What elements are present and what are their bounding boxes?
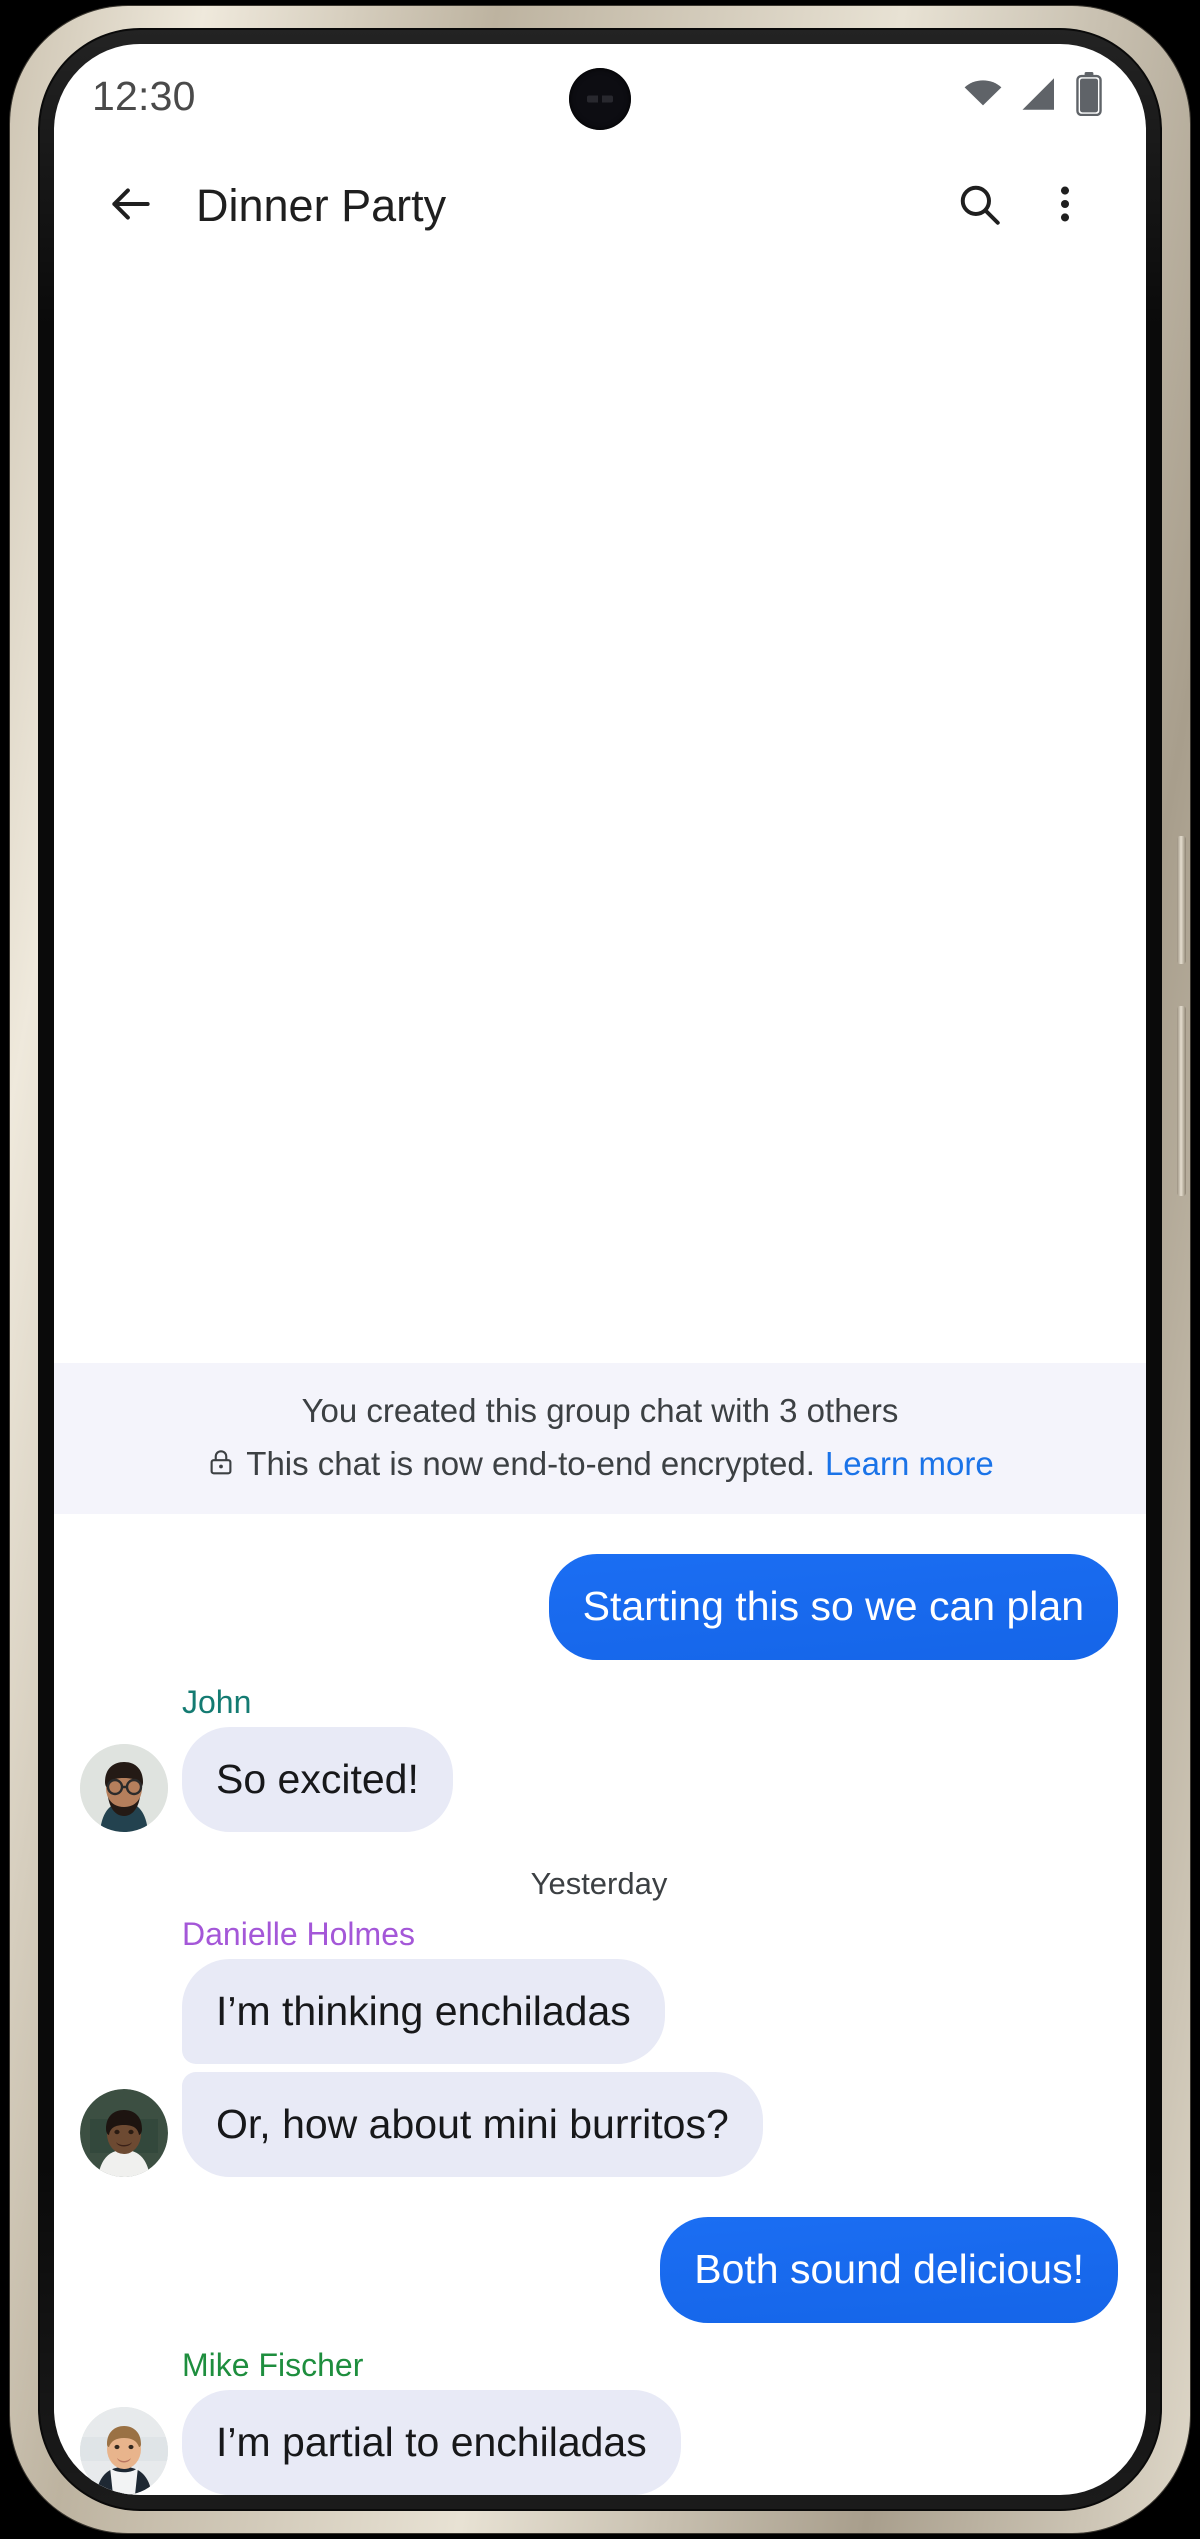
search-button[interactable] — [940, 167, 1018, 245]
message-bubble-incoming[interactable]: I’m thinking enchiladas — [182, 1958, 665, 2065]
phone-screen: 12:30 Dinner Party You created this grou… — [54, 44, 1146, 2495]
message-row-outgoing[interactable]: Starting this so we can plan — [80, 1554, 1118, 1660]
status-icons — [962, 71, 1102, 121]
front-camera-punch-hole — [569, 68, 631, 130]
volume-button[interactable] — [1177, 1006, 1186, 1196]
sender-name-mike: Mike Fischer — [182, 2346, 364, 2383]
message-bubble-incoming[interactable]: Or, how about mini burritos? — [182, 2072, 763, 2178]
encryption-banner: You created this group chat with 3 other… — [54, 1363, 1146, 1515]
battery-icon — [1076, 71, 1102, 121]
screenshot-stage: 12:30 Dinner Party You created this grou… — [0, 0, 1200, 2539]
conversation-top-spacer — [54, 264, 1146, 1363]
wifi-icon — [962, 73, 1004, 120]
back-arrow-icon — [106, 179, 156, 234]
message-bubble-incoming[interactable]: I’m partial to enchiladas — [182, 2389, 681, 2495]
message-bubble-outgoing[interactable]: Both sound delicious! — [660, 2217, 1118, 2323]
back-button[interactable] — [92, 167, 170, 245]
learn-more-link[interactable]: Learn more — [825, 1442, 994, 1487]
sender-name-danielle: Danielle Holmes — [182, 1915, 415, 1952]
message-list: Starting this so we can plan John So exc… — [54, 1514, 1146, 2495]
overflow-menu-button[interactable] — [1026, 167, 1104, 245]
cellular-signal-icon — [1019, 73, 1061, 120]
search-icon — [954, 179, 1004, 234]
sender-name-john: John — [182, 1683, 252, 1720]
message-row-incoming[interactable]: So excited! — [80, 1726, 1118, 1832]
encryption-text: This chat is now end-to-end encrypted. — [246, 1444, 815, 1482]
message-row-incoming[interactable]: I’m partial to enchiladas — [80, 2389, 1118, 2495]
group-created-text: You created this group chat with 3 other… — [301, 1392, 899, 1430]
phone-hardware-frame: 12:30 Dinner Party You created this grou… — [10, 6, 1190, 2533]
page-title: Dinner Party — [196, 180, 447, 231]
lock-icon — [206, 1444, 236, 1489]
encryption-notice: This chat is now end-to-end encrypted. L… — [74, 1442, 1126, 1487]
message-row-outgoing[interactable]: Both sound delicious! — [80, 2217, 1118, 2323]
status-bar: 12:30 — [54, 44, 1146, 148]
message-row-incoming[interactable]: Or, how about mini burritos? — [80, 2072, 1118, 2178]
avatar-danielle[interactable] — [80, 2089, 168, 2178]
conversation-area[interactable]: You created this group chat with 3 other… — [54, 264, 1146, 2495]
status-time: 12:30 — [92, 72, 196, 119]
message-bubble-incoming[interactable]: So excited! — [182, 1726, 453, 1832]
day-divider: Yesterday — [530, 1865, 668, 1901]
message-bubble-outgoing[interactable]: Starting this so we can plan — [548, 1554, 1118, 1660]
avatar-mike[interactable] — [80, 2407, 168, 2495]
message-row-incoming[interactable]: I’m thinking enchiladas — [80, 1958, 1118, 2065]
avatar-john[interactable] — [80, 1743, 168, 1832]
more-vert-icon — [1042, 181, 1088, 232]
app-bar: Dinner Party — [54, 148, 1146, 264]
power-button[interactable] — [1177, 836, 1186, 964]
